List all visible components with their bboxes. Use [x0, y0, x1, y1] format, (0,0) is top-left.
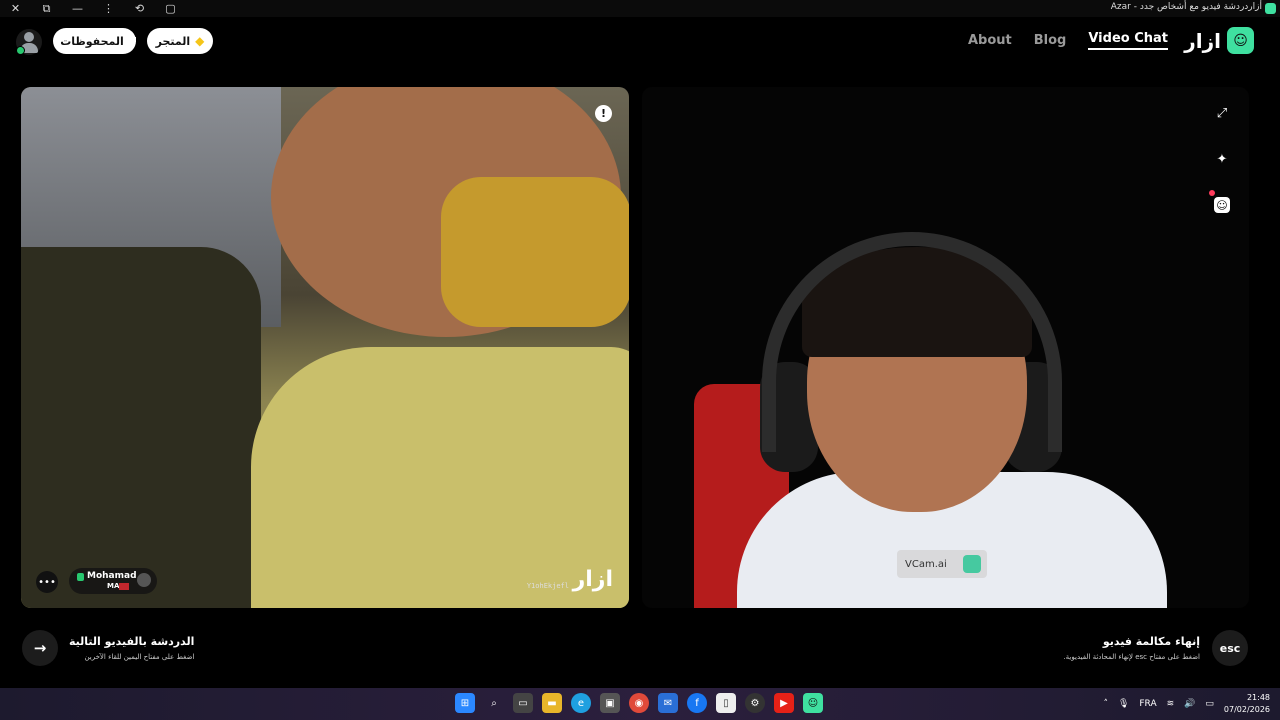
azar-logo-icon: ☺	[1227, 27, 1254, 54]
peer-video-shape	[21, 247, 261, 608]
saved-button[interactable]: المحفوظات	[53, 28, 136, 54]
nav-video-chat[interactable]: Video Chat	[1088, 31, 1168, 50]
peer-country: MA	[107, 582, 120, 590]
task-view-icon[interactable]: ▭	[513, 693, 533, 713]
gem-icon: ◆	[195, 34, 205, 48]
search-icon[interactable]: ⌕	[484, 693, 504, 713]
peer-user-id: Y1ohEkjefl	[526, 582, 569, 590]
end-call-subtitle: اضغط على مفتاح esc لإنهاء المحادثة الفيد…	[1063, 653, 1200, 661]
brand-logo-link[interactable]: ازار ☺	[1184, 27, 1254, 54]
menu-button[interactable]: ⋮	[93, 0, 124, 17]
arrow-right-icon: →	[33, 639, 47, 657]
esc-label: esc	[1219, 641, 1241, 655]
saved-label: المحفوظات	[60, 34, 124, 48]
youtube-icon[interactable]: ▶	[774, 693, 794, 713]
expand-icon[interactable]: ⤢	[1214, 105, 1230, 121]
mail-icon[interactable]: ✉	[658, 693, 678, 713]
end-call-button[interactable]: esc	[1212, 630, 1248, 666]
self-video: VCam.ai ⤢ ✦ ☺	[642, 87, 1249, 608]
online-status-dot	[16, 46, 25, 55]
site-header: المحفوظات المتجر ◆ About Blog Video Chat…	[0, 17, 1280, 69]
report-icon[interactable]: !	[595, 105, 612, 122]
brand-name: ازار	[1184, 28, 1221, 53]
microphone-icon[interactable]: 🎙	[1118, 699, 1129, 709]
close-window-button[interactable]: ✕	[0, 0, 31, 17]
store-label: المتجر	[155, 34, 191, 48]
profile-avatar[interactable]	[16, 29, 42, 55]
nav-about[interactable]: About	[968, 33, 1012, 48]
chat-bubble-icon: •••	[38, 576, 56, 588]
taskbar-apps: ⊞ ⌕ ▭ ▬ e ▣ ◉ ✉ f ▯ ⚙ ▶ ☺	[455, 693, 823, 713]
store-app-icon[interactable]: ▣	[600, 693, 620, 713]
restore-window-button[interactable]: ⧉	[31, 0, 62, 17]
peer-name: Mohamad	[87, 571, 137, 581]
chat-bubble-button[interactable]: •••	[36, 571, 58, 593]
volume-icon[interactable]: 🔊	[1184, 699, 1195, 709]
extensions-icon[interactable]: ⟲	[124, 0, 155, 17]
battery-icon[interactable]: ▭	[1205, 699, 1214, 709]
peer-video: ! ••• Mohamad MA Y1ohEkjefl ازار	[21, 87, 629, 608]
next-chat-title: الدردشة بالفيديو التالية	[69, 635, 195, 648]
window-title: أزاردردشة فيديو مع أشخاص جدد - Azar	[1110, 2, 1262, 12]
language-indicator[interactable]: FRA	[1139, 699, 1156, 709]
store-button[interactable]: المتجر ◆	[147, 28, 213, 54]
file-explorer-icon[interactable]: ▬	[542, 693, 562, 713]
top-nav: About Blog Video Chat	[968, 31, 1168, 50]
clock-time: 21:48	[1246, 693, 1270, 702]
azar-watermark: ازار	[572, 567, 613, 592]
azar-app-icon	[1265, 3, 1276, 14]
settings-icon[interactable]: ⚙	[745, 693, 765, 713]
minimize-window-button[interactable]: —	[62, 0, 93, 17]
peer-info-chip[interactable]: Mohamad MA	[69, 568, 157, 594]
sticker-icon[interactable]: ☺	[1209, 190, 1230, 213]
window-controls: ✕ ⧉ — ⋮ ⟲ ▢	[0, 0, 186, 17]
vcam-logo-icon	[963, 555, 981, 573]
next-chat-hint: الدردشة بالفيديو التالية اضغط على مفتاح …	[69, 635, 194, 661]
clock-date: 07/02/2026	[1223, 705, 1270, 714]
next-chat-button[interactable]: →	[22, 630, 58, 666]
self-video-shape	[762, 232, 1062, 452]
nav-blog[interactable]: Blog	[1034, 33, 1067, 48]
chevron-up-icon[interactable]: ˄	[1103, 699, 1108, 709]
chrome-icon[interactable]: ◉	[629, 693, 649, 713]
morocco-flag-icon	[119, 583, 129, 590]
document-icon[interactable]: ▯	[716, 693, 736, 713]
next-chat-subtitle: اضغط على مفتاح اليمين للقاء الآخرين	[84, 653, 195, 661]
peer-avatar-icon	[137, 573, 151, 587]
video-tools: ⤢ ✦ ☺	[1209, 105, 1230, 213]
edge-icon[interactable]: e	[571, 693, 591, 713]
wifi-icon[interactable]: ≋	[1167, 699, 1175, 709]
window-titlebar: ✕ ⧉ — ⋮ ⟲ ▢ أزاردردشة فيديو مع أشخاص جدد…	[0, 0, 1280, 17]
sidebar-toggle-icon[interactable]: ▢	[155, 0, 186, 17]
end-call-title: إنهاء مكالمة فيديو	[1102, 635, 1200, 648]
taskbar-clock[interactable]: 21:48 07/02/2026	[1224, 692, 1270, 716]
peer-video-shape	[441, 177, 629, 327]
avatar-head-icon	[24, 32, 34, 42]
verified-shield-icon	[77, 573, 84, 581]
end-call-hint: إنهاء مكالمة فيديو اضغط على مفتاح esc لإ…	[1063, 635, 1200, 661]
vcam-label: VCam.ai	[905, 558, 947, 570]
facebook-icon[interactable]: f	[687, 693, 707, 713]
magic-wand-icon[interactable]: ✦	[1214, 151, 1230, 167]
start-icon[interactable]: ⊞	[455, 693, 475, 713]
system-tray: ˄ 🎙 FRA ≋ 🔊 ▭ 21:48 07/02/2026	[1103, 692, 1270, 716]
azar-taskbar-icon[interactable]: ☺	[803, 693, 823, 713]
vcam-watermark: VCam.ai	[897, 550, 987, 578]
windows-taskbar: ⊞ ⌕ ▭ ▬ e ▣ ◉ ✉ f ▯ ⚙ ▶ ☺ ˄ 🎙 FRA ≋ 🔊 ▭ …	[0, 688, 1280, 720]
